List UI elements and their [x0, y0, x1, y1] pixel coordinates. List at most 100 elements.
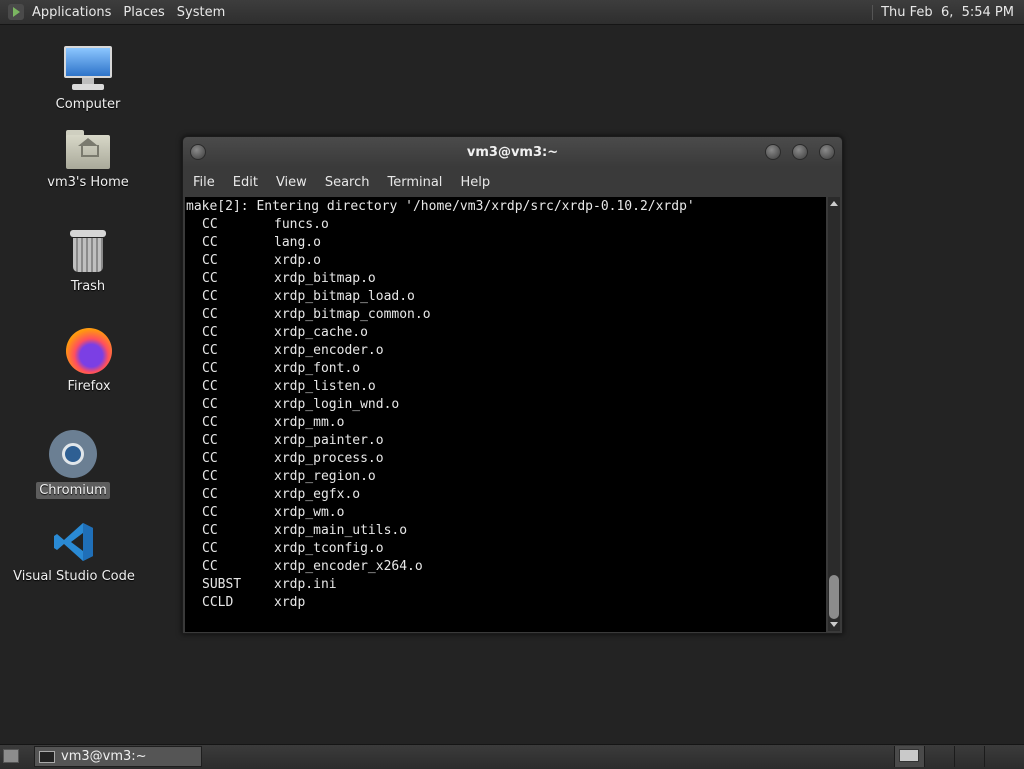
build-step-command: CC: [202, 415, 218, 430]
terminal-line: CC xrdp_process.o: [185, 450, 826, 468]
trash-icon: [70, 230, 106, 274]
build-step-command: CC: [202, 253, 218, 268]
build-step-file: xrdp_font.o: [274, 361, 361, 376]
terminal-menubar: File Edit View Search Terminal Help: [183, 168, 842, 196]
terminal-line: CC xrdp_login_wnd.o: [185, 396, 826, 414]
taskbar-button-terminal[interactable]: vm3@vm3:~: [34, 746, 202, 767]
applications-menu[interactable]: Applications: [26, 5, 117, 20]
vscode-icon: [52, 520, 96, 564]
desktop-icon-trash[interactable]: Trash: [23, 230, 153, 295]
workspace-3[interactable]: [954, 746, 984, 767]
build-step-file: xrdp_bitmap_common.o: [274, 307, 431, 322]
workspace-2[interactable]: [924, 746, 954, 767]
terminal-line: CC xrdp_encoder.o: [185, 342, 826, 360]
build-step-command: CC: [202, 523, 218, 538]
build-step-file: xrdp_cache.o: [274, 325, 368, 340]
build-step-command: CC: [202, 541, 218, 556]
terminal-line: CC xrdp.o: [185, 252, 826, 270]
terminal-line: CC xrdp_bitmap_load.o: [185, 288, 826, 306]
desktop-icon-label: Computer: [55, 97, 121, 112]
terminal-line: CC xrdp_egfx.o: [185, 486, 826, 504]
build-step-command: CC: [202, 217, 218, 232]
terminal-line: CC xrdp_listen.o: [185, 378, 826, 396]
build-step-file: funcs.o: [274, 217, 329, 232]
build-step-file: lang.o: [274, 235, 321, 250]
terminal-line: CC xrdp_main_utils.o: [185, 522, 826, 540]
terminal-line: CC xrdp_tconfig.o: [185, 540, 826, 558]
build-step-file: xrdp_login_wnd.o: [274, 397, 400, 412]
window-title: vm3@vm3:~: [466, 144, 559, 160]
menu-view[interactable]: View: [266, 175, 315, 190]
build-step-file: xrdp_tconfig.o: [274, 541, 384, 556]
desktop-icon-vscode[interactable]: Visual Studio Code: [9, 520, 139, 585]
build-step-command: CC: [202, 361, 218, 376]
desktop-icon-label: Visual Studio Code: [13, 569, 135, 584]
terminal-line: CC xrdp_painter.o: [185, 432, 826, 450]
terminal-line: CC xrdp_region.o: [185, 468, 826, 486]
window-menu-button[interactable]: [190, 144, 206, 160]
build-step-file: xrdp.ini: [274, 577, 337, 592]
desktop-icon-home[interactable]: vm3's Home: [23, 130, 153, 191]
terminal-line: make[2]: Entering directory '/home/vm3/x…: [186, 199, 695, 214]
build-step-command: CCLD: [202, 595, 234, 610]
build-step-command: CC: [202, 505, 218, 520]
workspace-4[interactable]: [984, 746, 1024, 767]
terminal-line: CCLD xrdp: [185, 594, 826, 612]
build-step-file: xrdp_encoder_x264.o: [274, 559, 423, 574]
build-step-file: xrdp_bitmap.o: [274, 271, 376, 286]
system-menu[interactable]: System: [171, 5, 231, 20]
terminal-line: CC xrdp_font.o: [185, 360, 826, 378]
terminal-icon: [39, 750, 55, 763]
build-step-command: CC: [202, 379, 218, 394]
build-step-file: xrdp_painter.o: [274, 433, 384, 448]
desktop-icon-firefox[interactable]: Firefox: [24, 328, 154, 395]
build-step-command: CC: [202, 325, 218, 340]
build-step-command: CC: [202, 487, 218, 502]
terminal-output[interactable]: make[2]: Entering directory '/home/vm3/x…: [185, 197, 826, 632]
show-desktop-icon[interactable]: [3, 749, 19, 763]
build-step-file: xrdp: [274, 595, 306, 610]
computer-icon: [64, 46, 112, 92]
menu-terminal[interactable]: Terminal: [377, 175, 450, 190]
terminal-line: CC xrdp_bitmap_common.o: [185, 306, 826, 324]
terminal-line: CC xrdp_cache.o: [185, 324, 826, 342]
build-step-command: CC: [202, 307, 218, 322]
desktop-icon-label: Trash: [70, 279, 106, 294]
build-step-file: xrdp_bitmap_load.o: [274, 289, 415, 304]
build-step-command: CC: [202, 235, 218, 250]
menu-help[interactable]: Help: [450, 175, 498, 190]
desktop-icon-label: Chromium: [36, 482, 110, 499]
menu-search[interactable]: Search: [315, 175, 378, 190]
desktop-icon-label: vm3's Home: [47, 175, 129, 190]
build-step-command: SUBST: [202, 577, 242, 592]
menu-file[interactable]: File: [183, 175, 223, 190]
build-step-file: xrdp_mm.o: [274, 415, 345, 430]
menu-edit[interactable]: Edit: [223, 175, 266, 190]
home-folder-icon: [66, 130, 110, 170]
build-step-command: CC: [202, 559, 218, 574]
desktop-icon-computer[interactable]: Computer: [23, 46, 153, 113]
clock[interactable]: Thu Feb 6, 5:54 PM: [872, 4, 1024, 20]
build-step-file: xrdp_egfx.o: [274, 487, 361, 502]
workspace-1[interactable]: [894, 746, 924, 767]
scroll-up-arrow-icon[interactable]: [830, 201, 838, 206]
places-menu[interactable]: Places: [117, 5, 170, 20]
build-step-file: xrdp_region.o: [274, 469, 376, 484]
scroll-down-arrow-icon[interactable]: [830, 622, 838, 627]
minimize-button[interactable]: [765, 144, 781, 160]
close-button[interactable]: [819, 144, 835, 160]
maximize-button[interactable]: [792, 144, 808, 160]
build-step-file: xrdp_main_utils.o: [274, 523, 408, 538]
terminal-scrollbar[interactable]: [828, 197, 840, 631]
build-step-file: xrdp_process.o: [274, 451, 384, 466]
terminal-line: CC xrdp_mm.o: [185, 414, 826, 432]
applications-logo-icon[interactable]: [8, 4, 24, 20]
terminal-line: SUBST xrdp.ini: [185, 576, 826, 594]
terminal-line: CC xrdp_bitmap.o: [185, 270, 826, 288]
build-step-file: xrdp_encoder.o: [274, 343, 384, 358]
bottom-panel: vm3@vm3:~: [0, 744, 1024, 769]
desktop-icon-chromium[interactable]: Chromium: [8, 430, 138, 499]
scrollbar-thumb[interactable]: [829, 575, 839, 619]
window-titlebar[interactable]: vm3@vm3:~: [183, 137, 842, 167]
terminal-line: CC lang.o: [185, 234, 826, 252]
